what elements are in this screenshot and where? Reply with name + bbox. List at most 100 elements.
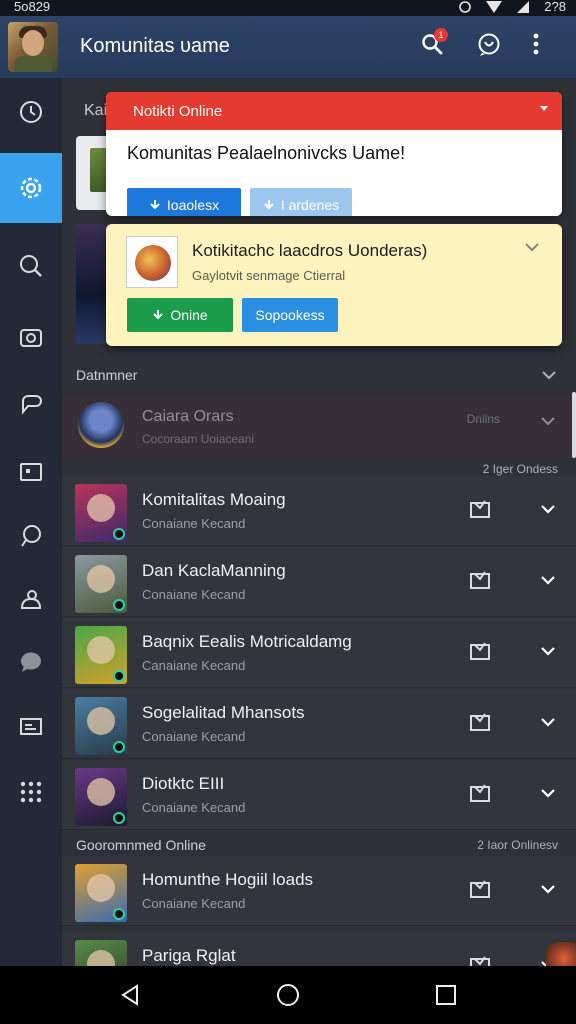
folder-icon bbox=[20, 718, 42, 735]
notification-title: Kotikitachc laacdros Uonderas) bbox=[192, 241, 428, 260]
row-subtitle: Conaiane Kecand bbox=[142, 587, 246, 602]
system-nav-bar bbox=[0, 966, 576, 1024]
navigation-rail bbox=[0, 78, 62, 966]
notification-header-label: Notikti Online bbox=[133, 103, 223, 120]
chevron-down-icon[interactable] bbox=[540, 646, 556, 656]
invite-icon[interactable] bbox=[470, 642, 490, 660]
chevron-down-icon[interactable] bbox=[540, 717, 556, 727]
invite-icon[interactable] bbox=[470, 500, 490, 518]
status-bar: 5o829 2?8 bbox=[0, 0, 576, 16]
list-item[interactable]: Diotktc EIII Conaiane Kecand bbox=[62, 760, 576, 830]
rail-item-settings[interactable] bbox=[0, 153, 62, 223]
background-header: Kai bbox=[84, 102, 108, 119]
avatar bbox=[78, 402, 124, 448]
status-time: 5o829 bbox=[14, 0, 51, 14]
chevron-down-icon[interactable] bbox=[540, 504, 556, 514]
row-title: Komitalitas Moaing bbox=[142, 490, 286, 509]
avatar[interactable] bbox=[8, 22, 58, 72]
notification-subtitle: Gaylotvit senmage Ctierral bbox=[192, 268, 346, 283]
section-label: Datnmner bbox=[76, 367, 138, 383]
notification-header: Notikti Online bbox=[106, 92, 562, 130]
notification-badge: 1 bbox=[434, 28, 448, 42]
rail-item-search[interactable] bbox=[0, 234, 62, 298]
recents-icon bbox=[436, 985, 456, 1005]
chevron-down-icon[interactable] bbox=[540, 884, 556, 894]
overflow-menu-button[interactable] bbox=[532, 32, 558, 58]
secondary-action-button[interactable]: Sopookess bbox=[242, 298, 338, 332]
rail-item-camera[interactable] bbox=[0, 306, 62, 370]
rail-item-bubble[interactable] bbox=[0, 504, 62, 568]
notification-card-online[interactable]: Notikti Online Komunitas Pealaelnonivcks… bbox=[106, 92, 562, 216]
list-item[interactable]: Komitalitas Moaing Conaiane Kecand bbox=[62, 476, 576, 546]
row-title: Homunthe Hogiil loads bbox=[142, 870, 314, 889]
game-thumbnail bbox=[75, 940, 127, 966]
invite-icon[interactable] bbox=[470, 880, 490, 898]
home-button[interactable] bbox=[274, 981, 302, 1009]
rail-item-chat[interactable] bbox=[0, 374, 62, 438]
notification-secondary-button[interactable]: I ardenes bbox=[250, 188, 352, 216]
row-title: Baqnix Eealis Motricaldamg bbox=[142, 632, 352, 651]
row-title: Dan KaclaManning bbox=[142, 561, 286, 580]
section-label: Gooromnmed Online bbox=[76, 837, 206, 853]
status-badge bbox=[113, 670, 125, 682]
chevron-down-icon[interactable] bbox=[540, 416, 556, 426]
game-thumbnail bbox=[75, 768, 127, 826]
chat-icon bbox=[22, 395, 42, 415]
row-title: Pariga Rglat bbox=[142, 946, 236, 965]
invite-icon[interactable] bbox=[470, 713, 490, 731]
section-header-1[interactable]: Datnmner bbox=[62, 358, 576, 394]
rail-item-comment[interactable] bbox=[0, 630, 62, 694]
featured-row[interactable]: Caiara Orars Cocoraam Uoiaceani Dnilns bbox=[62, 394, 576, 458]
comment-icon bbox=[21, 652, 41, 672]
caret-down-icon[interactable] bbox=[540, 106, 548, 111]
list-item[interactable]: Homunthe Hogiil loads Conaiane Kecand bbox=[62, 856, 576, 926]
chat-button[interactable] bbox=[476, 32, 502, 58]
chat-icon bbox=[478, 33, 500, 56]
more-vert-icon bbox=[533, 33, 539, 55]
floating-avatar[interactable] bbox=[546, 942, 576, 966]
rail-item-apps[interactable] bbox=[0, 760, 62, 824]
download-icon bbox=[153, 310, 164, 320]
chevron-down-icon[interactable] bbox=[540, 788, 556, 798]
notification-primary-button[interactable]: Ioaolesx bbox=[127, 188, 241, 216]
back-button[interactable] bbox=[116, 981, 144, 1009]
rail-item-card[interactable] bbox=[0, 440, 62, 504]
game-thumbnail bbox=[75, 626, 127, 684]
status-badge bbox=[113, 741, 125, 753]
status-badge bbox=[113, 599, 125, 611]
rail-item-person[interactable] bbox=[0, 568, 62, 632]
chevron-down-icon[interactable] bbox=[540, 575, 556, 585]
camera-icon bbox=[20, 329, 42, 347]
invite-icon[interactable] bbox=[470, 956, 490, 966]
alarm-icon bbox=[459, 0, 472, 13]
notification-thumbnail bbox=[126, 236, 178, 288]
recents-button[interactable] bbox=[432, 981, 460, 1009]
card-icon bbox=[20, 463, 42, 481]
wifi-icon bbox=[486, 0, 503, 13]
game-thumbnail bbox=[75, 555, 127, 613]
chevron-down-icon[interactable] bbox=[542, 371, 556, 380]
rail-item-clock[interactable] bbox=[0, 80, 62, 144]
row-subtitle: Conaiane Kecand bbox=[142, 516, 246, 531]
list-item[interactable]: Baqnix Eealis Motricaldamg Canaiane Kecan… bbox=[62, 618, 576, 688]
game-thumbnail bbox=[75, 484, 127, 542]
online-button[interactable]: Onine bbox=[127, 298, 233, 332]
list-item[interactable]: Sogelalitad Mhansots Conaiane Kecand bbox=[62, 689, 576, 759]
invite-icon[interactable] bbox=[470, 571, 490, 589]
row-title: Diotktc EIII bbox=[142, 774, 225, 793]
invite-icon[interactable] bbox=[470, 784, 490, 802]
status-badge bbox=[113, 908, 125, 920]
list-item[interactable]: Pariga Rglat bbox=[62, 932, 576, 966]
row-title: Caiara Orars bbox=[142, 408, 234, 425]
scrollbar[interactable] bbox=[572, 392, 576, 458]
online-button-label: Onine bbox=[170, 307, 208, 323]
list-item[interactable]: Dan KaclaManning Conaiane Kecand bbox=[62, 547, 576, 617]
rail-item-folder[interactable] bbox=[0, 694, 62, 758]
search-button[interactable]: 1 bbox=[420, 28, 448, 58]
search-icon bbox=[20, 255, 42, 277]
download-icon bbox=[264, 200, 274, 210]
notification-card-game[interactable]: Kotikitachc laacdros Uonderas) Gaylotvit… bbox=[106, 224, 562, 346]
page-title: Komunitas ᴜame bbox=[80, 35, 230, 57]
apps-icon bbox=[20, 781, 42, 803]
chevron-down-icon[interactable] bbox=[524, 242, 540, 252]
